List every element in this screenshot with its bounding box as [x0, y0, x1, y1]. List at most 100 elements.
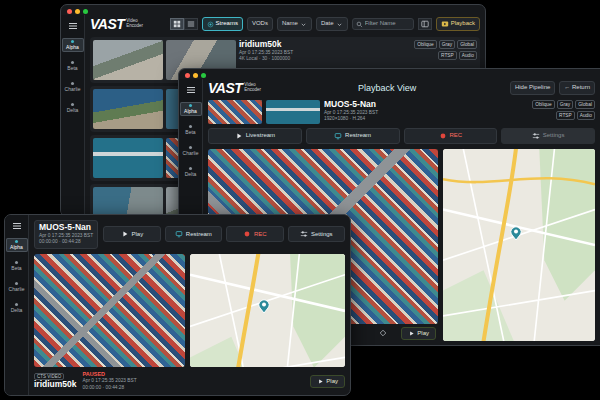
stream-header: MUOS-5-NanApr 0 17:25:35 2023 BST1920×10…: [208, 98, 595, 128]
map-view[interactable]: [443, 149, 595, 341]
sidebar-dot: [71, 61, 74, 64]
minimize-button[interactable]: [75, 9, 80, 14]
action-label: Restream: [186, 231, 212, 238]
minimize-button[interactable]: [193, 73, 198, 78]
search-field[interactable]: [352, 18, 414, 29]
window-controls: [61, 5, 485, 15]
menu-icon[interactable]: [12, 221, 22, 231]
sidebar-item[interactable]: Charlie: [180, 144, 202, 158]
map-view[interactable]: [190, 254, 345, 368]
close-button[interactable]: [67, 9, 72, 14]
sort-dropdown[interactable]: Date: [316, 17, 348, 30]
filter-label: Streams: [216, 20, 238, 27]
compact-player-window: Alpha Beta Charlie Delta MUOS-5-NanApr 0 17:…: [4, 214, 351, 396]
return-button[interactable]: ← Return: [559, 81, 595, 94]
tag: Gray: [439, 40, 455, 49]
meta-line: Apr 0 17:25:35 2023 BST: [324, 110, 519, 116]
view-mode-button[interactable]: [184, 18, 198, 30]
street-map: [190, 254, 345, 368]
play-button[interactable]: Play: [103, 226, 160, 242]
view-mode-button[interactable]: [170, 18, 184, 30]
action-bar: LivestreamRestreamREC Settings: [208, 128, 595, 144]
sidebar-dot: [71, 82, 74, 85]
tag: Oblique: [532, 100, 555, 109]
footer-status: PAUSEDApr 0 17:25:35 2023 BST00:00:00 · …: [83, 371, 137, 391]
action-label: REC: [254, 231, 267, 238]
record-icon: [439, 132, 447, 140]
record-button[interactable]: REC: [404, 128, 498, 144]
playback-button[interactable]: Playback: [436, 17, 480, 31]
tag: Oblique: [414, 40, 437, 49]
grid-icon: [173, 20, 181, 28]
sidebar-item[interactable]: Beta: [6, 259, 28, 273]
filter-button[interactable]: Streams: [202, 17, 243, 30]
play-button[interactable]: Livestream: [208, 128, 302, 144]
sidebar-item[interactable]: Alpha: [6, 238, 28, 252]
video-column: [34, 254, 185, 368]
play-label: Play: [417, 330, 429, 337]
tag: Global: [457, 40, 477, 49]
header-bar: VASTVideo EncoderPlayback ViewHide Pipel…: [208, 79, 595, 98]
stream-thumbnail: [93, 40, 163, 80]
chevron-down-icon: [300, 21, 307, 28]
restream-icon: [175, 230, 183, 238]
restream-button[interactable]: Restream: [165, 226, 222, 242]
sidebar-label: Beta: [67, 65, 77, 71]
magnifier-icon: [356, 21, 363, 28]
stream-thumbnail: [208, 100, 262, 124]
play-icon: [235, 132, 243, 140]
search-input[interactable]: [365, 20, 410, 27]
layout-button[interactable]: [418, 18, 432, 30]
sidebar-item[interactable]: Delta: [6, 301, 28, 315]
settings-button[interactable]: Settings: [288, 226, 345, 242]
restream-button[interactable]: Restream: [306, 128, 400, 144]
play-button[interactable]: Play: [310, 375, 345, 388]
sidebar-item[interactable]: Alpha: [62, 38, 84, 52]
close-button[interactable]: [185, 73, 190, 78]
sidebar-label: Delta: [185, 171, 197, 177]
sidebar-dot: [15, 261, 18, 264]
record-button[interactable]: REC: [226, 226, 283, 242]
tag-list: ObliqueGrayGlobalRTSPAudio: [523, 100, 595, 120]
stream-name: MUOS-5-Nan: [324, 100, 519, 110]
sidebar-item[interactable]: Charlie: [62, 80, 84, 94]
marker-icon[interactable]: [379, 329, 387, 337]
sidebar-item[interactable]: Beta: [62, 59, 84, 73]
sidebar-item[interactable]: Delta: [180, 165, 202, 179]
stream-info: MUOS-5-NanApr 0 17:25:35 2023 BST1920×10…: [324, 100, 519, 123]
hide-pipeline-button[interactable]: Hide Pipeline: [510, 81, 555, 94]
action-bar: Play Restream REC Settings: [103, 226, 345, 242]
sidebar-dot: [15, 282, 18, 285]
stream-thumbnail: [93, 89, 163, 129]
sidebar-dot: [15, 240, 18, 243]
location-pin-icon[interactable]: [258, 299, 270, 314]
meta-line: Apr 0 17:25:35 2023 BST: [83, 378, 137, 384]
source-badge: CTS VIDEO: [34, 373, 64, 380]
restream-icon: [334, 132, 342, 140]
stream-name: iridium50k: [239, 40, 402, 50]
menu-icon[interactable]: [68, 21, 78, 31]
filter-button[interactable]: VODs: [247, 17, 273, 30]
logo-subtitle: Video Encoder: [244, 83, 264, 92]
sidebar-item[interactable]: Delta: [62, 101, 84, 115]
menu-icon[interactable]: [186, 85, 196, 95]
stream-icon: [207, 21, 214, 28]
tag: RTSP: [438, 51, 457, 60]
sidebar-item[interactable]: Beta: [180, 123, 202, 137]
sort-dropdown[interactable]: Name: [277, 17, 312, 30]
maximize-button[interactable]: [83, 9, 88, 14]
action-label: Settings: [543, 132, 565, 139]
sidebar-item[interactable]: Alpha: [180, 102, 202, 116]
tag: Global: [575, 100, 595, 109]
location-pin-icon[interactable]: [510, 226, 522, 241]
play-button[interactable]: Play: [401, 327, 436, 340]
stream-thumbnail: [266, 100, 320, 124]
playback-label: Playback: [451, 20, 475, 27]
sidebar-item[interactable]: Charlie: [6, 280, 28, 294]
toolbar: VASTVideo EncoderStreamsVODsNameDatePlay…: [90, 15, 480, 34]
record-icon: [243, 230, 251, 238]
settings-button[interactable]: Settings: [501, 128, 595, 144]
stream-info: MUOS-5-NanApr 0 17:25:35 2023 BST00:00:0…: [34, 220, 98, 249]
maximize-button[interactable]: [201, 73, 206, 78]
sidebar-dot: [189, 125, 192, 128]
